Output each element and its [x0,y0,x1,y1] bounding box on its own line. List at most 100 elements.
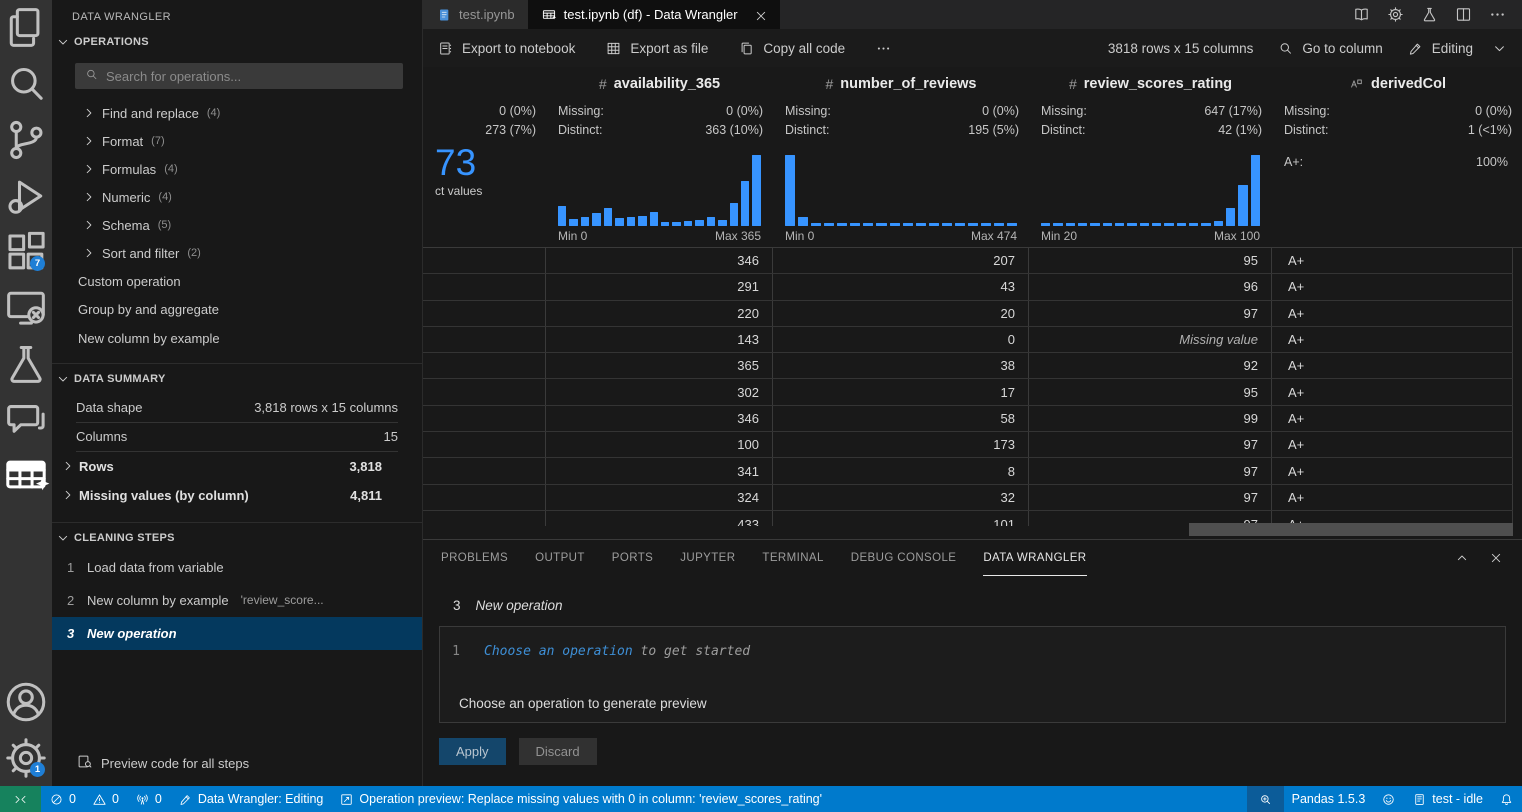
chevron-up-icon[interactable] [1454,550,1470,566]
grid-cell[interactable]: 341 [546,458,773,483]
grid-cell[interactable]: 346 [546,406,773,431]
operation-group[interactable]: Format(7) [52,127,422,155]
grid-cell[interactable]: 97 [1029,458,1272,483]
go-to-column-button[interactable]: Go to column [1277,40,1382,57]
grid-cell[interactable]: A+ [1272,301,1513,326]
grid-cell[interactable]: 43 [773,274,1029,299]
grid-cell[interactable]: 97 [1029,301,1272,326]
grid-cell[interactable]: 99 [1029,406,1272,431]
grid-cell[interactable] [423,406,546,431]
status-bell[interactable] [1491,786,1522,812]
search-input[interactable] [106,69,394,84]
panel-tab-problems[interactable]: PROBLEMS [441,540,508,576]
grid-cell[interactable]: 32 [773,485,1029,510]
split-editor-icon[interactable] [1454,5,1473,24]
status-zoom-in[interactable] [1247,786,1284,812]
grid-cell[interactable]: A+ [1272,353,1513,378]
grid-cell[interactable]: 97 [1029,485,1272,510]
toolbar-more[interactable] [875,40,892,57]
grid-cell[interactable]: A+ [1272,458,1513,483]
activity-remote-explorer[interactable] [0,280,52,336]
operations-search[interactable] [75,63,403,89]
remote-indicator[interactable] [0,786,41,812]
data-summary-section-header[interactable]: DATA SUMMARY [52,364,422,392]
operation-code-editor[interactable]: 1 Choose an operation to get started Cho… [439,626,1506,723]
summary-row[interactable]: Missing values (by column)4,811 [60,481,398,510]
operation-group[interactable]: Numeric(4) [52,183,422,211]
close-icon[interactable] [753,8,767,22]
grid-cell[interactable]: 58 [773,406,1029,431]
mode-chevron[interactable] [1491,40,1508,57]
grid-cell[interactable]: 100 [546,432,773,457]
operation-group[interactable]: Find and replace(4) [52,99,422,127]
grid-cell[interactable]: A+ [1272,274,1513,299]
cleaning-step-2[interactable]: 2New column by example'review_score... [52,584,422,617]
grid-cell[interactable]: 101 [773,511,1029,526]
activity-account[interactable] [0,674,52,730]
status-warning-triangle[interactable]: 0 [84,786,127,812]
panel-tab-terminal[interactable]: TERMINAL [762,540,823,576]
apply-button[interactable]: Apply [439,738,506,765]
grid-cell[interactable] [423,327,546,352]
column-header-derivedCol[interactable]: derivedCol [1272,67,1522,101]
status-smiley[interactable] [1373,786,1404,812]
horizontal-scrollbar[interactable] [1189,523,1513,536]
panel-tab-ports[interactable]: PORTS [612,540,653,576]
activity-run-debug[interactable] [0,168,52,224]
grid-cell[interactable]: 92 [1029,353,1272,378]
discard-button[interactable]: Discard [519,738,597,765]
editor-tab[interactable]: test.ipynb (df) - Data Wrangler [528,0,780,29]
operation-group[interactable]: Formulas(4) [52,155,422,183]
panel-tab-output[interactable]: OUTPUT [535,540,585,576]
grid-cell[interactable]: 365 [546,353,773,378]
toolbar-export-to-notebook[interactable]: Export to notebook [437,40,575,57]
operation-item[interactable]: Group by and aggregate [52,296,422,325]
ellipsis-icon[interactable] [1488,5,1507,24]
activity-source-control[interactable] [0,112,52,168]
activity-chat[interactable] [0,392,52,448]
grid-cell[interactable]: 291 [546,274,773,299]
grid-cell[interactable]: Missing value [1029,327,1272,352]
cleaning-step-1[interactable]: 1Load data from variable [52,551,422,584]
grid-cell[interactable] [423,379,546,404]
grid-cell[interactable]: 207 [773,248,1029,273]
grid-cell[interactable]: A+ [1272,485,1513,510]
grid-cell[interactable]: A+ [1272,379,1513,404]
grid-cell[interactable]: 143 [546,327,773,352]
activity-search[interactable] [0,56,52,112]
column-header-availability_365[interactable]: #availability_365 [546,67,773,101]
operations-section-header[interactable]: OPERATIONS [52,27,422,55]
grid-cell[interactable] [423,353,546,378]
close-icon[interactable] [1488,550,1504,566]
column-header-review_scores_rating[interactable]: #review_scores_rating [1029,67,1272,101]
activity-data-wrangler[interactable] [0,448,52,504]
operation-item[interactable]: New column by example [52,324,422,353]
activity-files[interactable] [0,0,52,56]
grid-cell[interactable]: 17 [773,379,1029,404]
toolbar-export-as-file[interactable]: Export as file [605,40,708,57]
open-preview-icon[interactable] [1352,5,1371,24]
activity-gear[interactable]: 1 [0,730,52,786]
status-op-preview[interactable]: Operation preview: Replace missing value… [331,786,830,812]
status-error-circle[interactable]: 0 [41,786,84,812]
grid-cell[interactable]: 97 [1029,432,1272,457]
grid-cell[interactable]: 302 [546,379,773,404]
column-header-number_of_reviews[interactable]: #number_of_reviews [773,67,1029,101]
grid-cell[interactable]: 95 [1029,379,1272,404]
grid-cell[interactable]: 95 [1029,248,1272,273]
grid-cell[interactable]: A+ [1272,432,1513,457]
grid-cell[interactable] [423,301,546,326]
grid-cell[interactable] [423,248,546,273]
editing-mode-button[interactable]: Editing [1407,40,1473,57]
operation-item[interactable]: Custom operation [52,267,422,296]
panel-tab-debug-console[interactable]: DEBUG CONSOLE [851,540,957,576]
status-pencil[interactable]: Data Wrangler: Editing [170,786,332,812]
activity-extensions[interactable]: 7 [0,224,52,280]
grid-cell[interactable]: A+ [1272,248,1513,273]
grid-cell[interactable]: 20 [773,301,1029,326]
summary-row[interactable]: Rows3,818 [60,452,398,481]
panel-tab-data-wrangler[interactable]: DATA WRANGLER [983,540,1086,576]
operation-group[interactable]: Schema(5) [52,211,422,239]
grid-cell[interactable] [423,511,546,526]
status-pandas-1-5-3[interactable]: Pandas 1.5.3 [1284,786,1374,812]
